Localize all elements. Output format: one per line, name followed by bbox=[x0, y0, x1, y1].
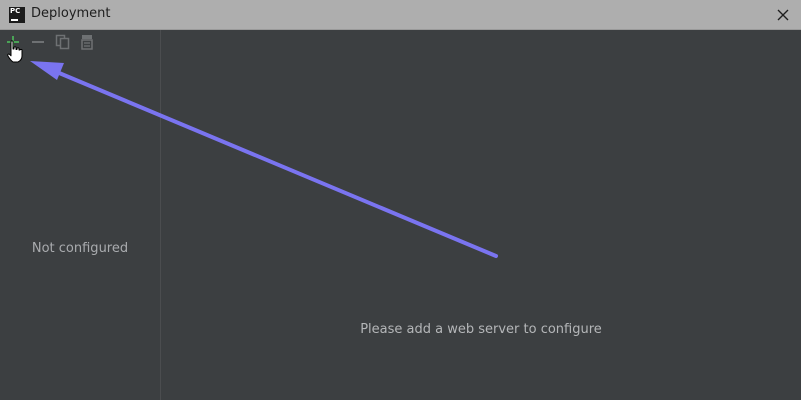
paste-icon bbox=[81, 35, 93, 50]
title-bar: PC Deployment bbox=[0, 0, 801, 30]
remove-server-button[interactable] bbox=[29, 33, 47, 51]
not-configured-text: Not configured bbox=[31, 241, 129, 256]
hand-cursor-icon bbox=[7, 40, 23, 63]
close-icon bbox=[777, 9, 789, 21]
remove-icon bbox=[32, 41, 44, 43]
server-toolbar bbox=[0, 30, 160, 54]
paste-server-button[interactable] bbox=[78, 33, 96, 51]
pycharm-logo-icon: PC bbox=[9, 7, 25, 23]
copy-server-button[interactable] bbox=[53, 33, 71, 51]
server-details-panel: Please add a web server to configure bbox=[161, 30, 801, 400]
close-button[interactable] bbox=[775, 7, 791, 23]
window-title: Deployment bbox=[31, 6, 111, 21]
deployment-dialog: PC Deployment Not configured Please add … bbox=[0, 0, 801, 400]
add-server-hint-text: Please add a web server to configure bbox=[360, 322, 602, 337]
server-list-panel: Not configured bbox=[0, 30, 161, 400]
copy-icon bbox=[55, 34, 70, 50]
logo-text: PC bbox=[10, 7, 21, 15]
